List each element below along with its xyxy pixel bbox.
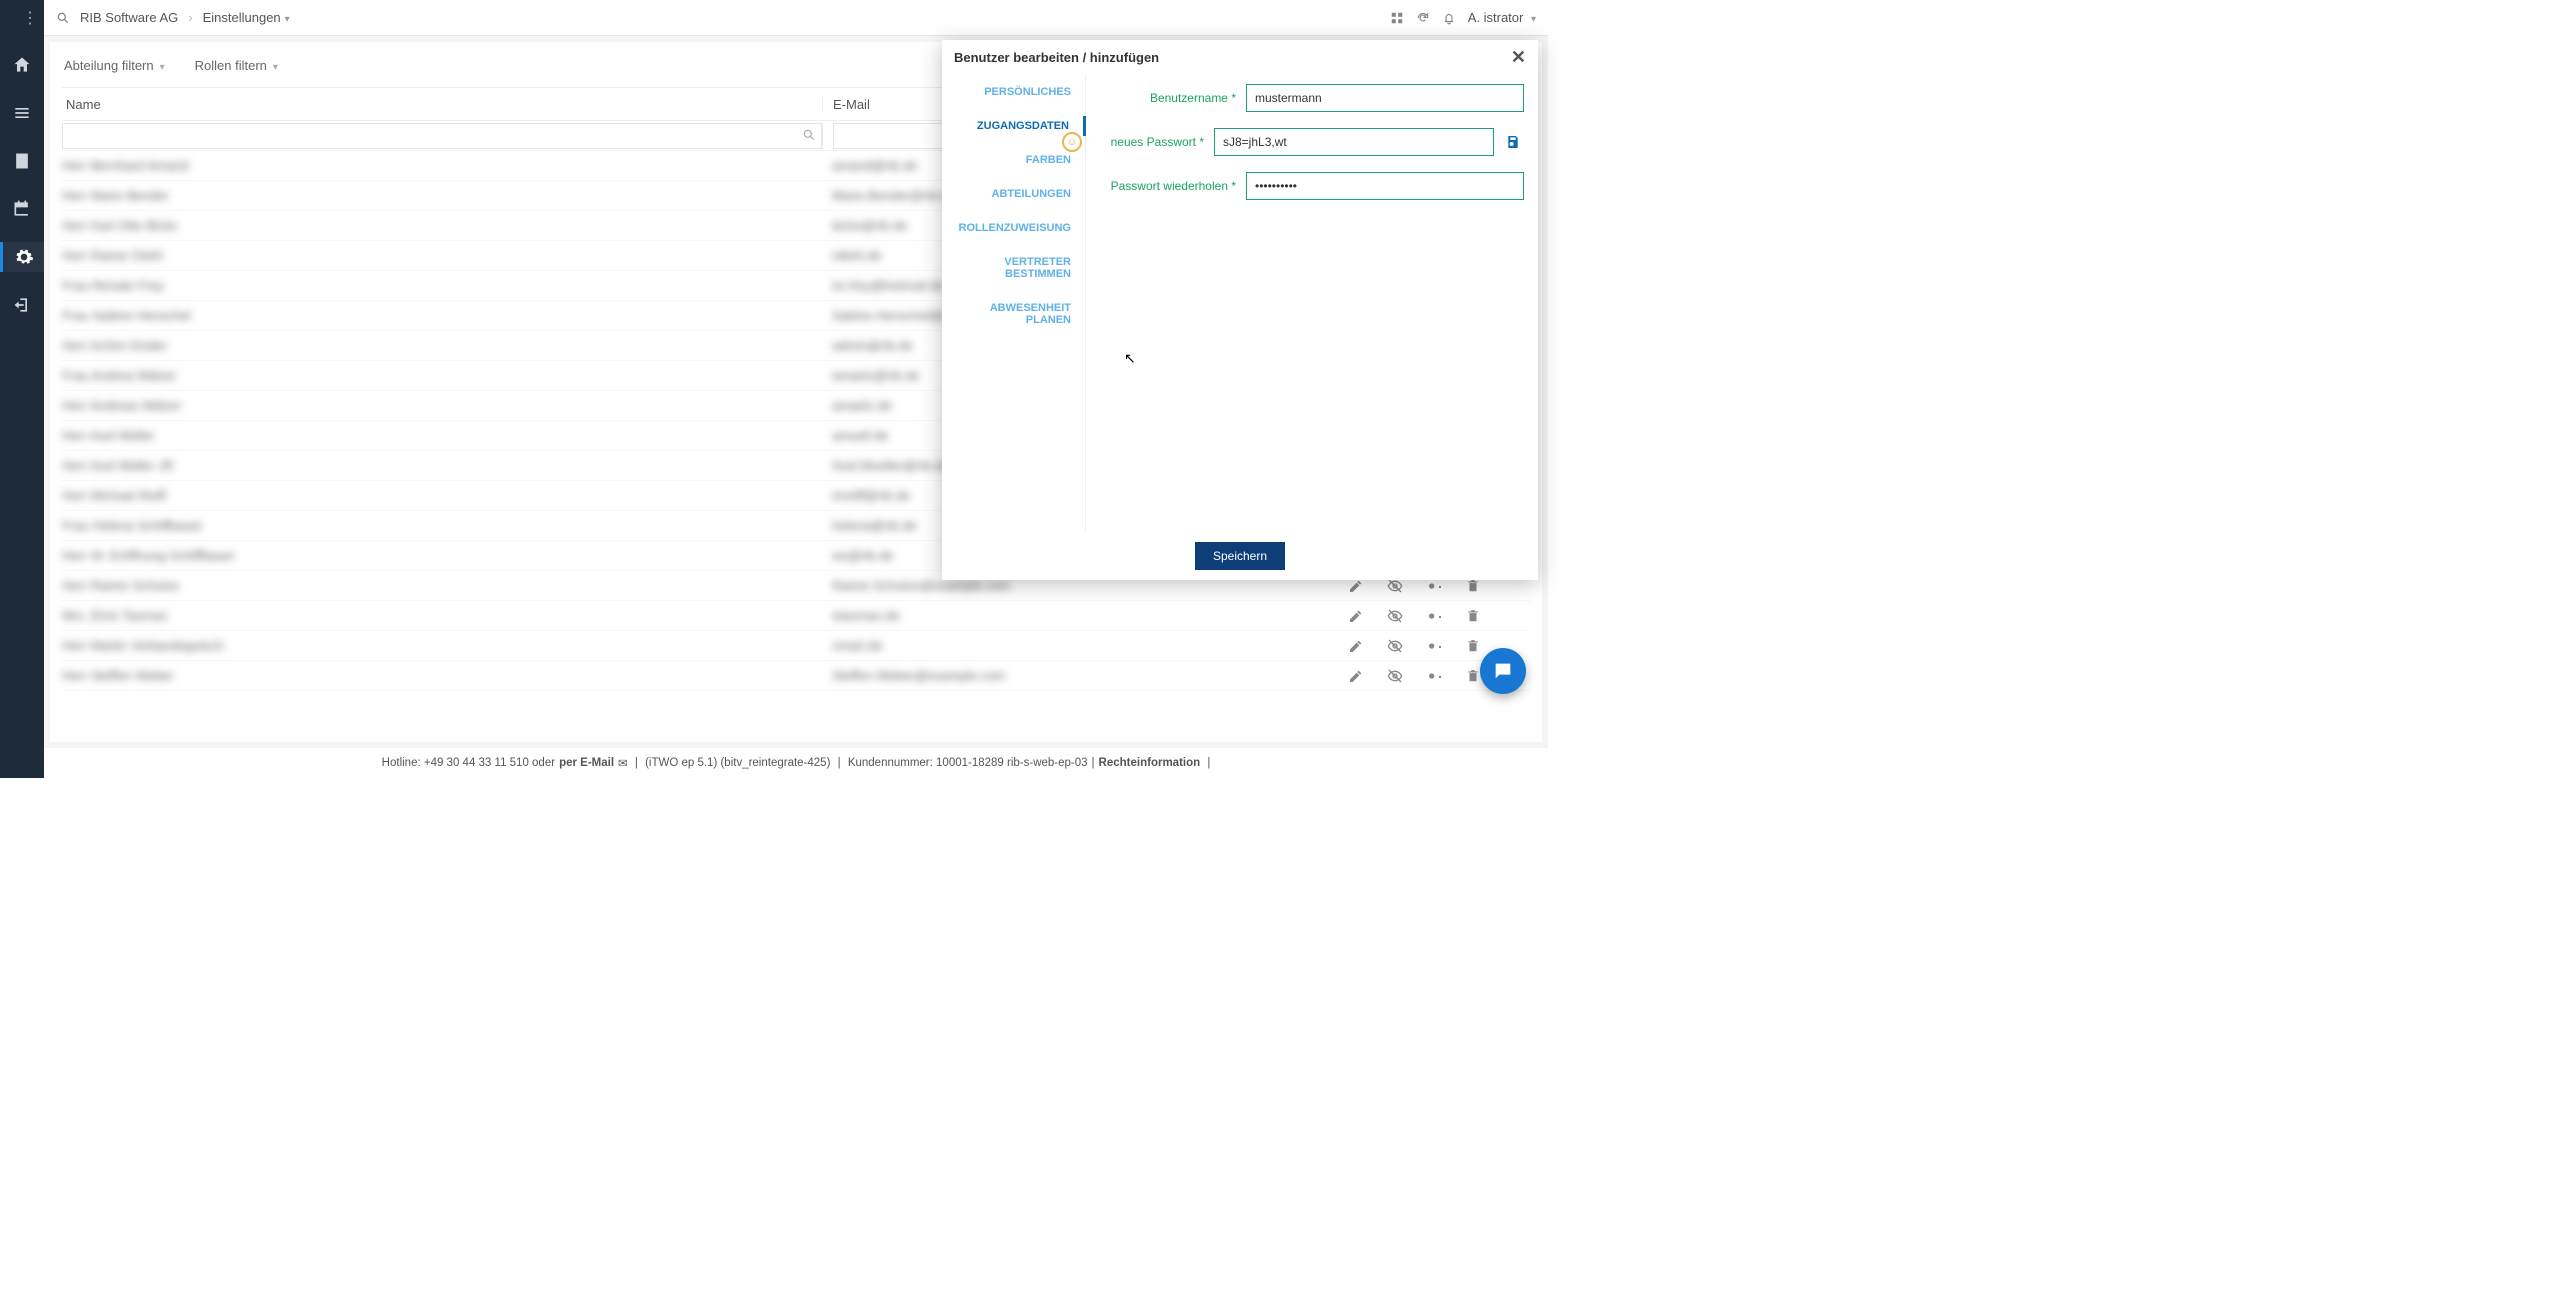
- chevron-down-icon: ▾: [285, 14, 290, 25]
- tab-absence[interactable]: ABWESENHEIT PLANEN: [942, 298, 1085, 330]
- tab-access[interactable]: ZUGANGSDATEN: [943, 116, 1086, 136]
- strength-smile-icon: ☺: [1062, 132, 1082, 152]
- table-row[interactable]: Herr Steffen WeberSteffen.Weber@example.…: [62, 661, 1530, 691]
- filter-role[interactable]: Rollen filtern▾: [195, 58, 278, 73]
- tab-deputy[interactable]: VERTRETER BESTIMMEN: [942, 252, 1085, 284]
- row-name: Herr W. Eröffnung Schiffbauer: [62, 548, 822, 563]
- row-name: Herr Martin Verbandsgutsch: [62, 638, 822, 653]
- tab-colors[interactable]: FARBEN: [942, 150, 1085, 170]
- panel-form: Benutzername * ☺ neues Passwort * Passwo…: [1086, 74, 1538, 532]
- table-row[interactable]: Mrs. Elvis Tasmanetasman.de: [62, 601, 1530, 631]
- sidebar-menu-icon[interactable]: ⋮: [22, 8, 38, 28]
- newpwd-label: neues Passwort *: [1100, 135, 1214, 149]
- toolbar-icon-1[interactable]: [1390, 11, 1404, 25]
- breadcrumb-page[interactable]: Einstellungen▾: [203, 10, 290, 25]
- panel-title: Benutzer bearbeiten / hinzufügen: [954, 50, 1159, 65]
- row-name: Herr Axel Müller: [62, 428, 822, 443]
- mail-icon: ✉: [618, 756, 628, 770]
- row-name: Herr Steffen Weber: [62, 668, 822, 683]
- search-name-input[interactable]: [62, 123, 822, 149]
- tab-departments[interactable]: ABTEILUNGEN: [942, 184, 1085, 204]
- repeatpwd-label: Passwort wiederholen *: [1100, 179, 1246, 193]
- footer-customer: Kundennummer: 10001-18289 rib-s-web-ep-0…: [848, 757, 1088, 769]
- row-name: Herr Axel Müller JR: [62, 458, 822, 473]
- row-name: Herr Rainer Diehl: [62, 248, 822, 263]
- footer-version: (iTWO ep 5.1) (bitv_reintegrate-425): [645, 757, 830, 769]
- hide-icon[interactable]: [1386, 608, 1404, 624]
- nav-home[interactable]: [0, 50, 44, 80]
- bell-icon[interactable]: [1442, 11, 1456, 25]
- search-icon[interactable]: [802, 128, 816, 142]
- chevron-down-icon: ▾: [160, 62, 165, 73]
- user-menu[interactable]: A. istrator ▾: [1468, 10, 1536, 25]
- nav-settings[interactable]: [0, 242, 44, 272]
- row-name: Frau Sabine Henschel: [62, 308, 822, 323]
- nav-list[interactable]: [0, 98, 44, 128]
- username-input[interactable]: [1246, 84, 1524, 112]
- footer-hotline: Hotline: +49 30 44 33 11 510 oder: [382, 757, 555, 769]
- row-name: Herr Mario Bender: [62, 188, 822, 203]
- delete-icon[interactable]: [1466, 668, 1480, 684]
- row-email: etasman.de: [822, 608, 1330, 623]
- row-name: Herr Michael Reiff: [62, 488, 822, 503]
- row-name: Herr Karl-Otto Bicks: [62, 218, 822, 233]
- footer: Hotline: +49 30 44 33 11 510 oder per E-…: [44, 748, 1548, 778]
- row-email: vmart.de: [822, 638, 1330, 653]
- footer-legal-link[interactable]: Rechteinformation: [1099, 757, 1201, 769]
- table-row[interactable]: Herr Martin Verbandsgutschvmart.de: [62, 631, 1530, 661]
- newpwd-input[interactable]: [1214, 128, 1494, 156]
- hide-icon[interactable]: [1386, 668, 1404, 684]
- col-header-name[interactable]: Name: [62, 97, 822, 112]
- breadcrumb: RIB Software AG › Einstellungen▾: [56, 10, 290, 25]
- username-label: Benutzername *: [1100, 91, 1246, 105]
- tab-roles[interactable]: ROLLENZUWEISUNG: [942, 218, 1085, 238]
- key-icon[interactable]: [1426, 638, 1444, 654]
- sidebar: ⋮: [0, 0, 44, 778]
- delete-icon[interactable]: [1466, 608, 1480, 624]
- key-icon[interactable]: [1426, 608, 1444, 624]
- chevron-down-icon: ▾: [1531, 14, 1536, 25]
- key-icon[interactable]: [1426, 668, 1444, 684]
- repeatpwd-input[interactable]: [1246, 172, 1524, 200]
- filter-department[interactable]: Abteilung filtern▾: [64, 58, 165, 73]
- footer-mail-link[interactable]: per E-Mail: [559, 757, 614, 769]
- chevron-right-icon: ›: [188, 10, 192, 25]
- breadcrumb-org[interactable]: RIB Software AG: [80, 10, 178, 25]
- edit-icon[interactable]: [1348, 608, 1364, 624]
- delete-icon[interactable]: [1466, 638, 1480, 654]
- row-name: Frau Renate Frey: [62, 278, 822, 293]
- user-edit-panel: Benutzer bearbeiten / hinzufügen ✕ PERSÖ…: [942, 40, 1538, 580]
- row-name: Frau Andrea Mälzer: [62, 368, 822, 383]
- edit-icon[interactable]: [1348, 668, 1364, 684]
- row-name: Mrs. Elvis Tasman: [62, 608, 822, 623]
- row-email: Steffen.Weber@example.com: [822, 668, 1330, 683]
- topbar: RIB Software AG › Einstellungen▾ A. istr…: [44, 0, 1548, 36]
- row-name: Herr Achim Kinder: [62, 338, 822, 353]
- hide-icon[interactable]: [1386, 638, 1404, 654]
- chevron-down-icon: ▾: [273, 62, 278, 73]
- nav-contacts[interactable]: [0, 146, 44, 176]
- save-button[interactable]: Speichern: [1195, 542, 1285, 570]
- row-name: Herr Rainer Schulze: [62, 578, 822, 593]
- search-icon[interactable]: [56, 11, 70, 25]
- row-email: Rainer.Schulze@example.com: [822, 578, 1330, 593]
- tab-personal[interactable]: PERSÖNLICHES: [942, 82, 1085, 102]
- save-pwd-icon[interactable]: [1502, 134, 1524, 150]
- row-name: Herr Andreas Mälzer: [62, 398, 822, 413]
- edit-icon[interactable]: [1348, 638, 1364, 654]
- close-icon[interactable]: ✕: [1511, 47, 1526, 68]
- chat-bubble[interactable]: [1480, 648, 1526, 694]
- refresh-icon[interactable]: [1416, 11, 1430, 25]
- row-name: Frau Helena Schiffbauer: [62, 518, 822, 533]
- row-name: Herr Bernhard Amand: [62, 158, 822, 173]
- nav-logout[interactable]: [0, 290, 44, 320]
- nav-calendar[interactable]: [0, 194, 44, 224]
